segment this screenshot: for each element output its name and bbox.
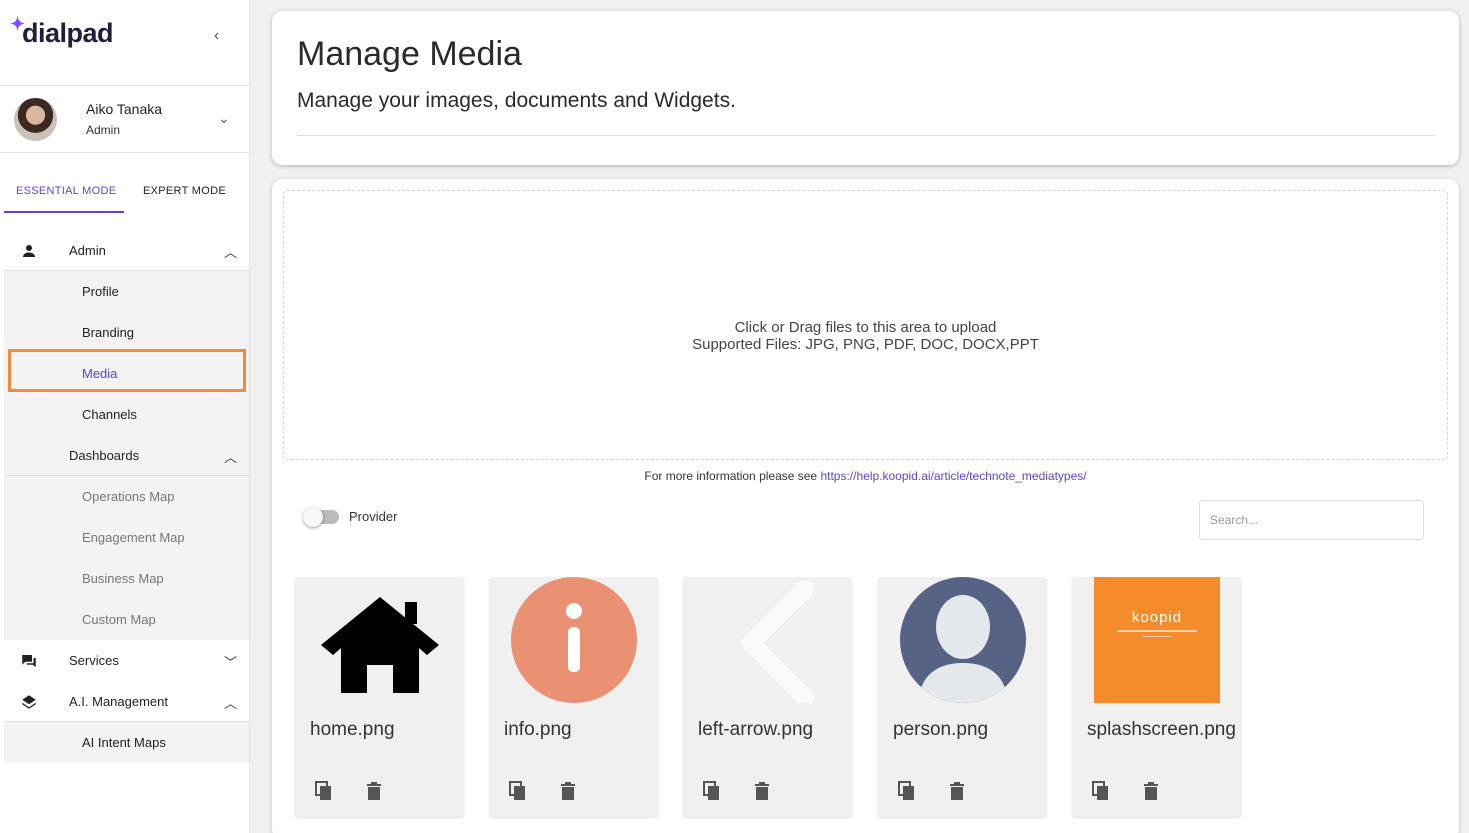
delete-icon[interactable] <box>1142 781 1160 801</box>
sidebar-item-custom-map[interactable]: Custom Map <box>4 599 249 640</box>
media-tile[interactable]: koopid splashscreen.png <box>1072 577 1241 817</box>
sidebar-item-ai-intent-maps[interactable]: AI Intent Maps <box>4 722 249 763</box>
media-panel: Click or Drag files to this area to uplo… <box>272 179 1459 833</box>
sidebar-nav: Admin ︿ Profile Branding Media Channels … <box>4 230 249 763</box>
chevron-up-icon: ︿ <box>224 696 238 711</box>
page-subtitle: Manage your images, documents and Widget… <box>297 89 736 112</box>
media-tile[interactable]: home.png <box>295 577 464 817</box>
delete-icon[interactable] <box>559 781 577 801</box>
upload-instruction: Click or Drag files to this area to uplo… <box>734 319 997 336</box>
chevron-down-icon: ﹀ <box>224 655 238 670</box>
info-icon <box>511 577 637 703</box>
sidebar-item-business-map[interactable]: Business Map <box>4 558 249 599</box>
copy-icon[interactable] <box>315 781 333 801</box>
splash-logo: koopid <box>1094 577 1220 703</box>
chevron-up-icon: ︿ <box>224 450 238 465</box>
sidebar-item-services[interactable]: Services ﹀ <box>4 640 249 681</box>
sidebar-item-admin[interactable]: Admin ︿ <box>4 230 249 271</box>
sidebar-item-profile[interactable]: Profile <box>4 271 249 312</box>
media-file-name: splashscreen.png <box>1087 719 1236 740</box>
delete-icon[interactable] <box>753 781 771 801</box>
info-line: For more information please see https://… <box>644 469 1087 483</box>
person-icon <box>23 245 35 257</box>
media-tile[interactable]: left-arrow.png <box>683 577 852 817</box>
copy-icon[interactable] <box>1092 781 1110 801</box>
media-highlight-box <box>8 349 246 392</box>
media-tile[interactable]: info.png <box>489 577 658 817</box>
media-tile[interactable]: person.png <box>878 577 1047 817</box>
tab-essential-mode[interactable]: ESSENTIAL MODE <box>16 185 116 197</box>
delete-icon[interactable] <box>948 781 966 801</box>
user-menu[interactable]: Aiko Tanaka Admin ⌄ <box>0 86 249 153</box>
home-icon <box>321 597 439 693</box>
copy-icon[interactable] <box>898 781 916 801</box>
divider <box>297 135 1435 136</box>
layers-icon <box>22 695 36 709</box>
delete-icon[interactable] <box>365 781 383 801</box>
user-name: Aiko Tanaka <box>86 101 163 117</box>
dialpad-logo[interactable]: ✦ dialpad <box>10 14 114 49</box>
chevron-down-icon[interactable]: ⌄ <box>218 110 230 127</box>
help-link[interactable]: https://help.koopid.ai/article/technote_… <box>820 469 1086 483</box>
user-role: Admin <box>86 123 121 137</box>
upload-dropzone[interactable]: Click or Drag files to this area to uplo… <box>283 190 1448 460</box>
media-file-name: info.png <box>504 719 572 740</box>
sidebar-item-engagement-map[interactable]: Engagement Map <box>4 517 249 558</box>
person-icon <box>900 577 1026 703</box>
provider-toggle[interactable] <box>303 507 339 527</box>
media-file-name: home.png <box>310 719 395 740</box>
left-arrow-icon <box>742 580 814 703</box>
media-file-name: left-arrow.png <box>698 719 814 740</box>
header-card: Manage Media Manage your images, documen… <box>272 11 1459 165</box>
active-tab-indicator <box>4 211 124 213</box>
copy-icon[interactable] <box>509 781 527 801</box>
chevron-up-icon: ︿ <box>224 245 238 260</box>
logo-row: ✦ dialpad ‹ <box>0 0 249 86</box>
sidebar-item-channels[interactable]: Channels <box>4 394 249 435</box>
page-title: Manage Media <box>297 35 522 73</box>
sparkle-icon: ✦ <box>10 14 25 34</box>
chat-icon <box>22 655 36 667</box>
sidebar-item-operations-map[interactable]: Operations Map <box>4 476 249 517</box>
sidebar-item-ai-management[interactable]: A.I. Management ︿ <box>4 681 249 722</box>
media-file-name: person.png <box>893 719 989 740</box>
provider-label: Provider <box>349 509 398 524</box>
toggle-knob <box>303 507 323 527</box>
mode-tabs: ESSENTIAL MODE EXPERT MODE <box>0 153 249 215</box>
avatar <box>14 98 57 141</box>
sidebar-item-branding[interactable]: Branding <box>4 312 249 353</box>
sidebar-item-dashboards[interactable]: Dashboards ︿ <box>4 435 249 476</box>
tab-expert-mode[interactable]: EXPERT MODE <box>143 185 226 197</box>
search-input[interactable] <box>1199 500 1424 540</box>
supported-files: Supported Files: JPG, PNG, PDF, DOC, DOC… <box>692 336 1039 353</box>
copy-icon[interactable] <box>703 781 721 801</box>
collapse-sidebar-icon[interactable]: ‹ <box>214 27 219 45</box>
